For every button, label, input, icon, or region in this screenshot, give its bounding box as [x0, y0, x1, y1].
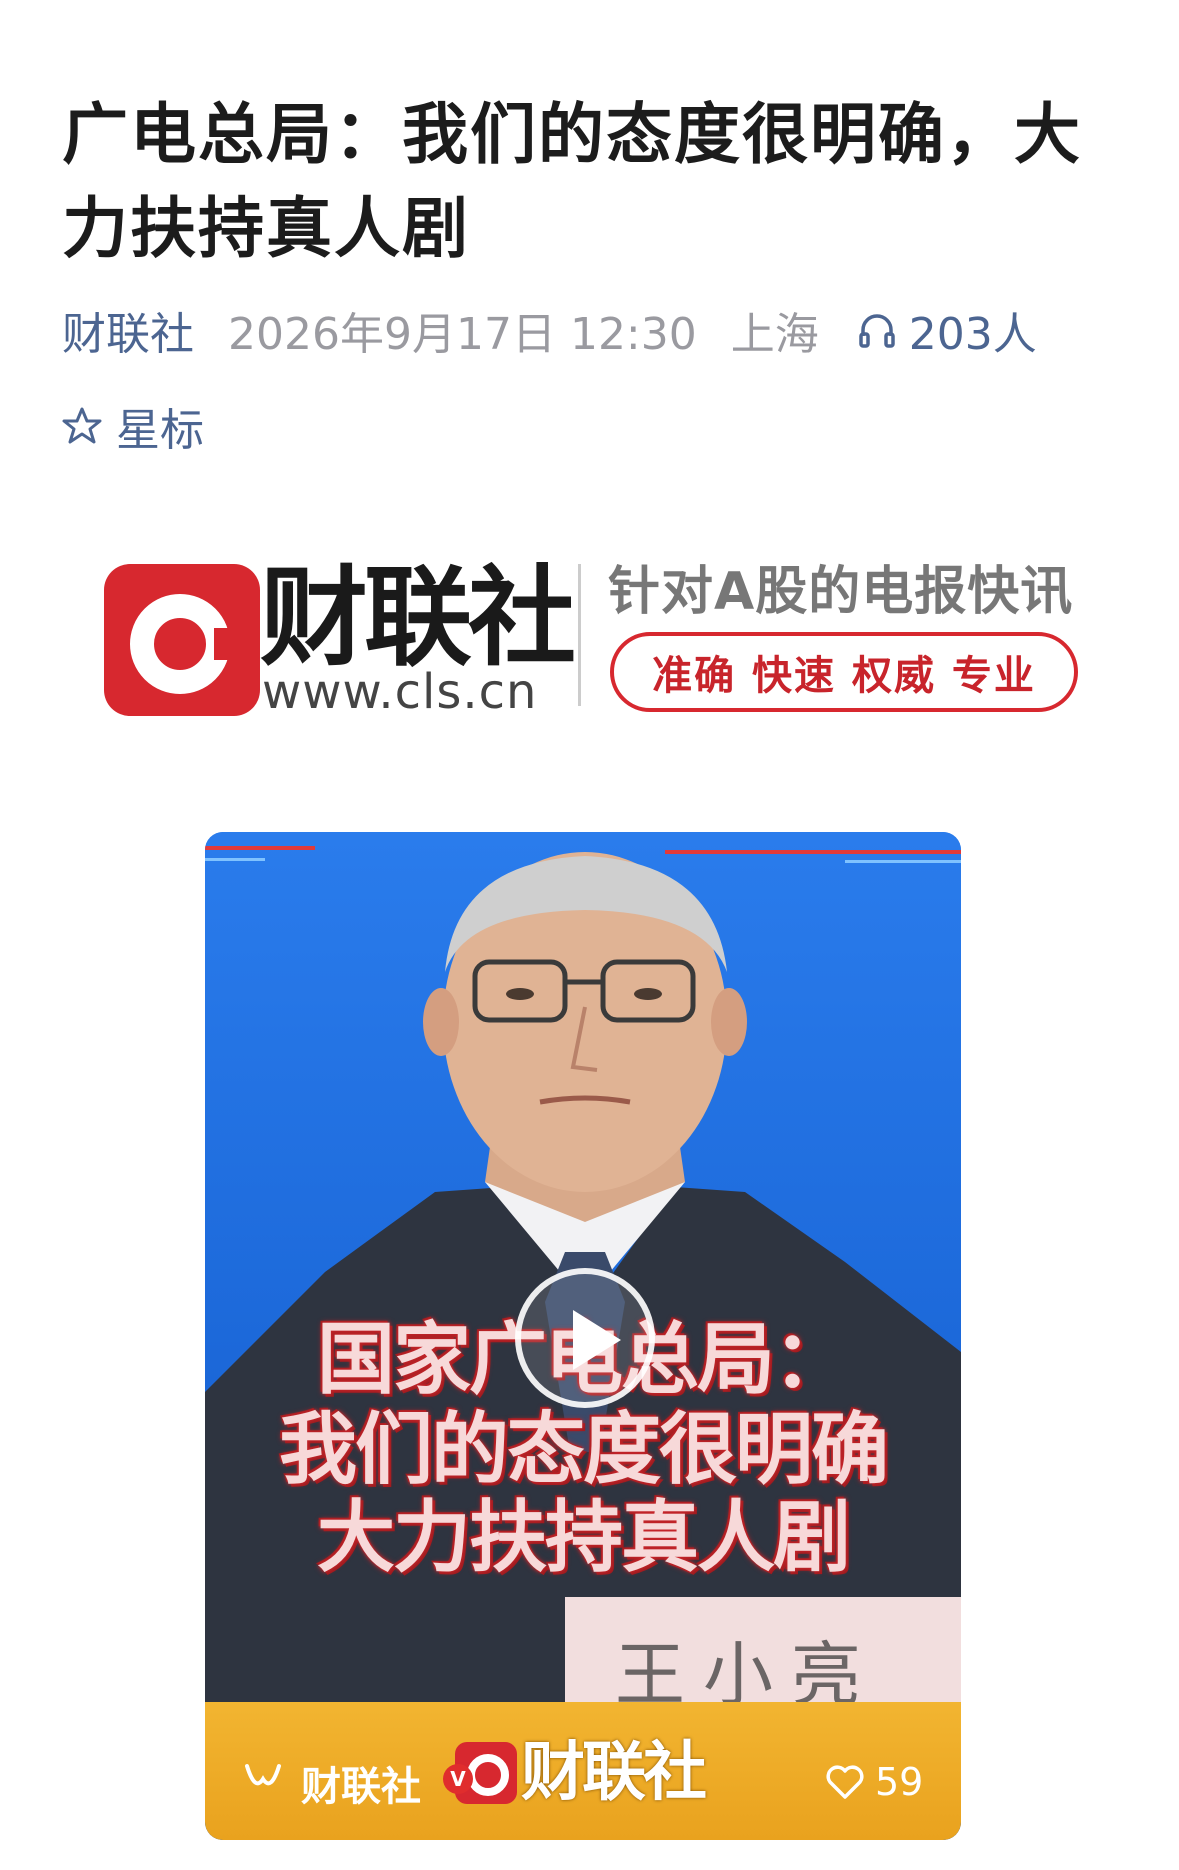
banner-slogan: 针对A股的电报快讯 [608, 562, 1074, 622]
headphones-icon [859, 314, 895, 348]
article-title: 广电总局：我们的态度很明确，大力扶持真人剧 [62, 96, 1082, 267]
banner-tags: 准确 快速 权威 专业 [610, 632, 1078, 712]
banner-url: www.cls.cn [262, 664, 538, 720]
star-label: 星标 [116, 405, 204, 456]
play-icon[interactable] [515, 1268, 655, 1408]
video-card[interactable]: 王小亮 国家广电总局： 我们的态度很明确 大力扶持真人剧 财联社 V 财联社 5… [205, 832, 961, 1840]
publish-date: 2026年9月17日 12:30 [228, 309, 697, 360]
video-brand: 财联社 [521, 1736, 707, 1810]
like-count: 59 [875, 1760, 924, 1804]
like-button[interactable]: 59 [825, 1760, 923, 1804]
video-footer: 财联社 V 财联社 59 [205, 1702, 961, 1840]
channel-name[interactable]: 财联社 [301, 1754, 421, 1812]
article-meta: 财联社 2026年9月17日 12:30 上海 203人 [62, 300, 1037, 360]
cls-logo-icon [104, 564, 260, 716]
channel-icon [245, 1764, 281, 1786]
banner-divider [578, 564, 581, 706]
source-link[interactable]: 财联社 [62, 298, 194, 362]
listener-count: 203人 [908, 309, 1037, 360]
heart-icon [826, 1765, 864, 1799]
banner-brand: 财联社 [260, 556, 576, 681]
listen-button[interactable]: 203人 [857, 298, 1037, 362]
cls-banner-image: 财联社 www.cls.cn 针对A股的电报快讯 准确 快速 权威 专业 [100, 560, 1080, 720]
verified-badge: V [443, 1764, 473, 1794]
video-caption-line: 大力扶持真人剧 [316, 1493, 851, 1583]
star-button[interactable]: 星标 [62, 394, 204, 458]
star-icon [62, 407, 102, 444]
publish-location: 上海 [730, 309, 819, 360]
video-caption-line: 我们的态度很明确 [278, 1405, 889, 1495]
